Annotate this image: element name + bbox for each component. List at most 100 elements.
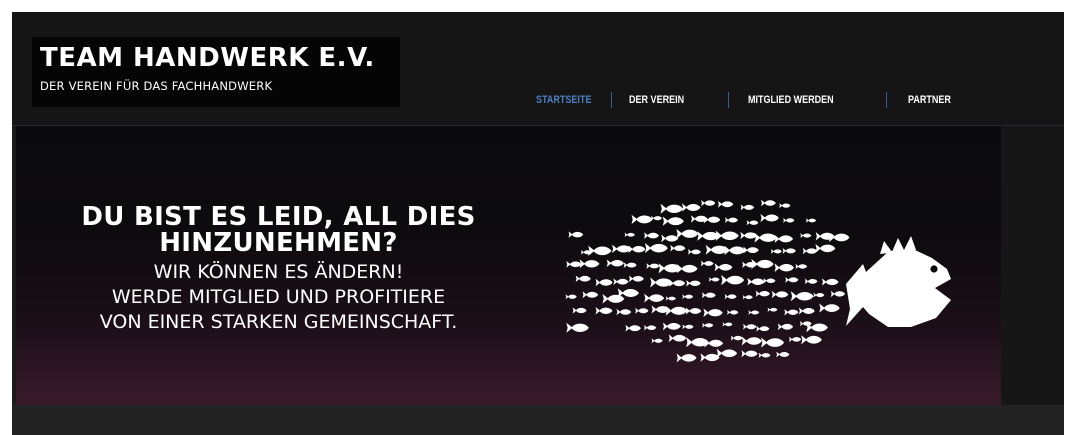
small-fish-icon [595, 278, 613, 287]
small-fish-icon [702, 322, 714, 328]
small-fish-icon [606, 259, 624, 267]
small-fish-icon [644, 293, 665, 303]
small-fish-icon [763, 278, 776, 284]
nav-item-der-verein[interactable]: DER VEREIN [629, 94, 710, 106]
small-fish-icon [800, 233, 812, 239]
hero-line-3: VON EINER STARKEN GEMEINSCHAFT. [99, 311, 458, 333]
small-fish-icon [746, 220, 759, 226]
small-fish-icon [727, 309, 739, 315]
small-fish-icon [682, 324, 694, 330]
logo-title: TEAM HANDWERK E.V. [40, 43, 375, 73]
small-fish-icon [790, 291, 814, 302]
small-fish-icon [565, 294, 577, 300]
nav-item-mitglied-werden[interactable]: MITGLIED WERDEN [748, 94, 861, 106]
small-fish-icon [644, 324, 657, 331]
small-fish-icon [761, 337, 785, 348]
small-fish-icon [644, 232, 660, 239]
small-fish-icon [686, 280, 701, 287]
small-fish-icon [754, 232, 777, 243]
small-fish-icon [575, 275, 591, 283]
nav-item-partner[interactable]: PARTNER [908, 94, 951, 106]
small-fish-icon [784, 309, 799, 316]
small-fish-icon [715, 230, 739, 241]
small-fish-icon [612, 244, 632, 254]
small-fish-icon [588, 245, 612, 256]
small-fish-icon [770, 248, 782, 254]
small-fish-icon [616, 308, 632, 316]
small-fish-icon [595, 307, 613, 315]
small-fish-icon [670, 244, 686, 252]
small-fish-icon [806, 218, 817, 223]
small-fish-icon [651, 338, 663, 344]
small-fish-icon [714, 263, 733, 272]
small-fish-icon [582, 291, 599, 299]
small-fish-icon [665, 296, 676, 301]
small-fish-icon [628, 275, 644, 283]
small-fish-icon [776, 351, 790, 358]
small-fish-icon [661, 234, 679, 243]
small-fish-icon [662, 322, 681, 331]
nav-separator [886, 92, 887, 108]
small-fish-icon [819, 303, 840, 313]
small-fish-icon [701, 292, 716, 299]
small-fish-icon [700, 260, 714, 267]
small-fish-icon [755, 290, 770, 297]
small-fish-icon [799, 321, 812, 327]
small-fish-icon [568, 231, 584, 238]
small-fish-icon [660, 203, 684, 214]
small-fish-icon [703, 308, 723, 317]
nav-separator [611, 92, 612, 108]
small-fish-icon [830, 290, 846, 298]
small-fish-icon [815, 243, 836, 253]
small-fish-icon [789, 336, 802, 343]
small-fish-icon [774, 234, 794, 244]
small-fish-icon [703, 216, 721, 224]
logo-subtitle: DER VEREIN FÜR DAS FACHHANDWERK [40, 79, 273, 93]
small-fish-icon [767, 307, 778, 312]
small-fish-icon [631, 214, 653, 225]
small-fish-icon [756, 325, 770, 332]
small-fish-icon [758, 352, 771, 358]
small-fish-icon [623, 262, 637, 268]
small-fish-icon [685, 307, 702, 315]
hero-headline-1: DU BIST ES LEID, ALL DIES [81, 202, 476, 232]
hero-line-1: WIR KÖNNEN ES ÄNDERN! [153, 261, 404, 283]
small-fish-icon [747, 277, 765, 286]
small-fish-icon [802, 247, 818, 255]
small-fish-icon [821, 278, 839, 286]
site-logo[interactable]: TEAM HANDWERK E.V. DER VEREIN FÜR DAS FA… [32, 37, 400, 107]
small-fish-icon [676, 353, 697, 363]
small-fish-icon [760, 213, 779, 223]
small-fish-icon [748, 310, 760, 315]
small-fish-icon [635, 307, 649, 314]
small-fish-icon [697, 231, 720, 241]
hero-banner[interactable]: DU BIST ES LEID, ALL DIES HINZUNEHMEN? W… [16, 126, 1001, 405]
small-fish-icon [613, 278, 629, 286]
small-fish-icon [721, 274, 745, 286]
small-fish-icon [566, 260, 582, 268]
small-fish-icon [724, 245, 746, 256]
small-fish-icon [761, 199, 776, 207]
right-strip [1001, 126, 1064, 405]
small-fish-icon [741, 350, 758, 358]
small-fish-icon [777, 323, 794, 331]
main-nav: STARTSEITE DER VEREIN MITGLIED WERDEN PA… [536, 92, 960, 108]
nav-separator [728, 92, 729, 108]
small-fish-icon [716, 348, 738, 358]
small-fish-icon [771, 290, 789, 299]
small-fish-icon [687, 249, 701, 255]
nav-item-startseite[interactable]: STARTSEITE [536, 94, 598, 106]
small-fish-icon [798, 307, 815, 315]
small-fish-icon [624, 232, 635, 238]
small-fish-icon [650, 277, 673, 288]
small-fish-icon [625, 324, 641, 332]
small-fish-icon [751, 259, 774, 269]
small-fish-icon [783, 217, 795, 223]
site-header: TEAM HANDWERK E.V. DER VEREIN FÜR DAS FA… [12, 12, 1064, 126]
small-fish-icon [724, 293, 737, 300]
small-fish-icon [572, 307, 587, 314]
small-fish-icon [801, 335, 822, 345]
hero-text: DU BIST ES LEID, ALL DIES HINZUNEHMEN? W… [16, 204, 541, 335]
small-fish-icon [700, 353, 720, 362]
page-frame: TEAM HANDWERK E.V. DER VEREIN FÜR DAS FA… [12, 12, 1064, 435]
